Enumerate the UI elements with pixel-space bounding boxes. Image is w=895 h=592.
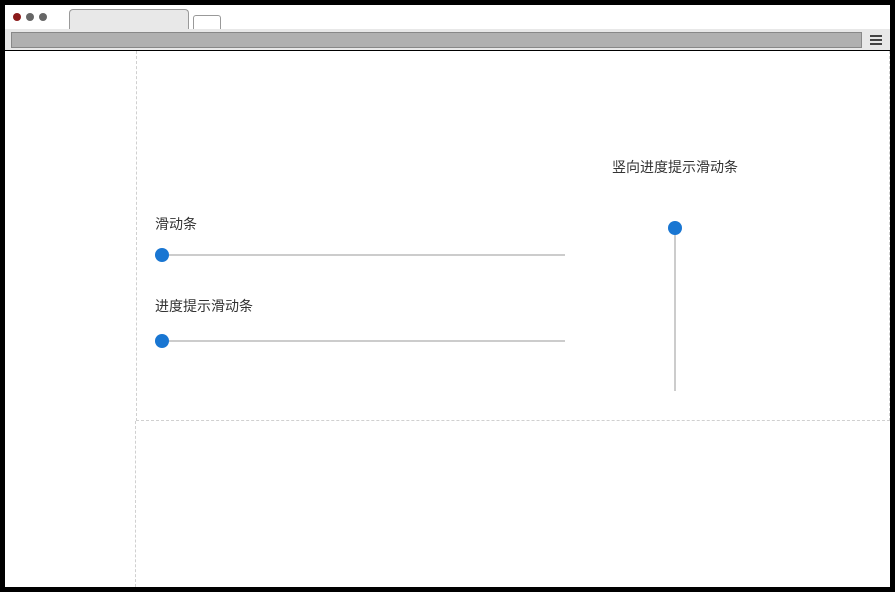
url-input[interactable] xyxy=(11,32,862,48)
vertical-progress-slider[interactable] xyxy=(668,221,682,391)
traffic-lights xyxy=(13,13,47,21)
slider-track xyxy=(674,221,676,391)
slider-thumb[interactable] xyxy=(668,221,682,235)
slider-track xyxy=(155,340,565,342)
slider-track xyxy=(155,254,565,256)
hamburger-menu-icon[interactable] xyxy=(868,32,884,48)
close-window-button[interactable] xyxy=(13,13,21,21)
grid-guideline xyxy=(5,421,136,587)
progress-slider-group: 进度提示滑动条 xyxy=(155,296,565,348)
slider-thumb[interactable] xyxy=(155,334,169,348)
address-bar xyxy=(5,29,890,51)
progress-slider[interactable] xyxy=(155,334,565,348)
tab-bar xyxy=(69,5,221,29)
minimize-window-button[interactable] xyxy=(26,13,34,21)
progress-slider-label: 进度提示滑动条 xyxy=(155,296,565,316)
window-chrome xyxy=(5,5,890,29)
browser-tab-new[interactable] xyxy=(193,15,221,29)
maximize-window-button[interactable] xyxy=(39,13,47,21)
basic-slider-label: 滑动条 xyxy=(155,214,565,234)
browser-window: 滑动条 进度提示滑动条 竖向进度提示滑动条 xyxy=(0,0,895,592)
browser-tab-active[interactable] xyxy=(69,9,189,29)
content-area: 滑动条 进度提示滑动条 竖向进度提示滑动条 xyxy=(5,51,890,587)
horizontal-sliders-group: 滑动条 进度提示滑动条 xyxy=(155,214,565,348)
basic-slider[interactable] xyxy=(155,248,565,262)
vertical-slider-group: 竖向进度提示滑动条 xyxy=(590,157,760,391)
vertical-progress-slider-label: 竖向进度提示滑动条 xyxy=(612,157,738,177)
slider-thumb[interactable] xyxy=(155,248,169,262)
